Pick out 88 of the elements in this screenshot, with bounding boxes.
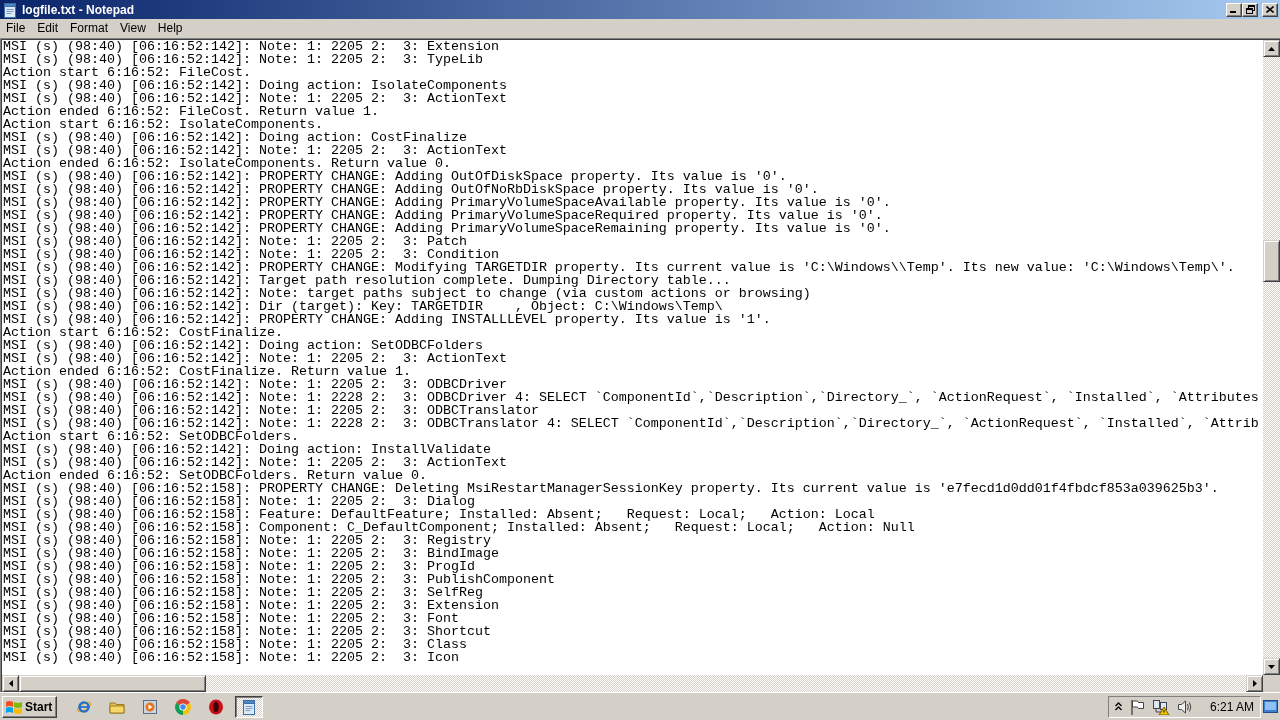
log-line: MSI (s) (98:40) [06:16:52:158]: Note: 1: 2205 2: 3: Registry: [3, 534, 491, 547]
log-line: Action ended 6:16:52: FileCost. Return value 1.: [3, 105, 379, 118]
speaker-icon[interactable]: [1176, 698, 1193, 715]
horizontal-scrollbar[interactable]: [19, 675, 1246, 692]
circle-logo-icon: [175, 698, 192, 715]
log-line: Action start 6:16:52: CostFinalize.: [3, 326, 283, 339]
window-title: logfile.txt - Notepad: [22, 1, 134, 19]
restore-icon: [1245, 5, 1255, 14]
log-line: MSI (s) (98:40) [06:16:52:142]: PROPERTY CHANGE: Adding PrimaryVolumeSpaceRemaining property. Its value is '0'.: [3, 222, 891, 235]
desktop-icon[interactable]: [1263, 699, 1278, 714]
menu-item[interactable]: View: [114, 20, 152, 37]
log-line: MSI (s) (98:40) [06:16:52:158]: Note: 1: 2205 2: 3: Dialog: [3, 495, 475, 508]
log-line: MSI (s) (98:40) [06:16:52:158]: Note: 1: 2205 2: 3: Font: [3, 612, 459, 625]
log-line: MSI (s) (98:40) [06:16:52:142]: Note: 1: 2205 2: 3: Patch: [3, 235, 467, 248]
log-line: MSI (s) (98:40) [06:16:52:142]: Note: 1: 2205 2: 3: ActionText: [3, 352, 507, 365]
log-line: MSI (s) (98:40) [06:16:52:142]: Note: 1: 2228 2: 3: ODBCTranslator 4: SELECT `ComponentId`,`Description`,`Directory_`, `ActionRequest`, `Installed`, `Attrib: [3, 417, 1259, 430]
close-button[interactable]: [1262, 2, 1278, 17]
log-line: MSI (s) (98:40) [06:16:52:142]: Note: 1: 2205 2: 3: Condition: [3, 248, 499, 261]
log-line: MSI (s) (98:40) [06:16:52:158]: Note: 1: 2205 2: 3: ProgId: [3, 560, 475, 573]
notepad-icon: [2, 1, 18, 18]
log-line: MSI (s) (98:40) [06:16:52:158]: Note: 1: 2205 2: 3: PublishComponent: [3, 573, 555, 586]
log-line: Action start 6:16:52: SetODBCFolders.: [3, 430, 299, 443]
log-line: Action ended 6:16:52: CostFinalize. Return value 1.: [3, 365, 411, 378]
log-line: MSI (s) (98:40) [06:16:52:142]: Note: 1: 2228 2: 3: ODBCDriver 4: SELECT `ComponentId`,`Description`,`Directory_`, `ActionRequest`, `Installed`, `Attributes: [3, 391, 1259, 404]
log-line: MSI (s) (98:40) [06:16:52:142]: Note: 1: 2205 2: 3: ActionText: [3, 92, 507, 105]
log-line: MSI (s) (98:40) [06:16:52:142]: Doing action: CostFinalize: [3, 131, 467, 144]
log-line: MSI (s) (98:40) [06:16:52:142]: Note: 1: 2205 2: 3: ActionText: [3, 144, 507, 157]
vertical-scrollbar[interactable]: [1263, 57, 1280, 658]
close-icon: [1266, 6, 1274, 13]
flag-icon[interactable]: [1128, 698, 1145, 715]
start-button[interactable]: Start: [2, 695, 58, 718]
log-line: MSI (s) (98:40) [06:16:52:142]: Note: 1: 2205 2: 3: Extension: [3, 40, 499, 53]
log-line: MSI (s) (98:40) [06:16:52:142]: PROPERTY CHANGE: Adding PrimaryVolumeSpaceRequired property. Its value is '0'.: [3, 209, 883, 222]
log-line: Action ended 6:16:52: IsolateComponents. Return value 0.: [3, 157, 451, 170]
log-line: MSI (s) (98:40) [06:16:52:158]: Note: 1: 2205 2: 3: Class: [3, 638, 467, 651]
log-line: MSI (s) (98:40) [06:16:52:142]: Note: 1: 2205 2: 3: ActionText: [3, 456, 507, 469]
taskbar-button[interactable]: [235, 695, 264, 718]
network-warning-icon[interactable]: [1151, 698, 1170, 715]
ring-logo-icon: [208, 698, 225, 715]
scroll-up-button[interactable]: [1263, 40, 1280, 57]
log-line: MSI (s) (98:40) [06:16:52:158]: Note: 1: 2205 2: 3: Shortcut: [3, 625, 491, 638]
restore-button[interactable]: [1242, 2, 1258, 17]
chevron-up-icon: [1114, 702, 1122, 711]
scroll-left-button[interactable]: [2, 675, 19, 692]
log-line: MSI (s) (98:40) [06:16:52:158]: PROPERTY CHANGE: Deleting MsiRestartManagerSessionKey property. Its current value is 'e7fecd1d0dd01f4fbdcf853a039625b3'.: [3, 482, 1219, 495]
down-arrow-icon: [1268, 664, 1275, 669]
left-arrow-icon: [8, 680, 13, 687]
log-line: MSI (s) (98:40) [06:16:52:158]: Note: 1: 2205 2: 3: BindImage: [3, 547, 499, 560]
scrollbar-thumb[interactable]: [19, 675, 206, 692]
log-line: MSI (s) (98:40) [06:16:52:158]: Note: 1: 2205 2: 3: Extension: [3, 599, 499, 612]
log-line: MSI (s) (98:40) [06:16:52:142]: PROPERTY CHANGE: Adding PrimaryVolumeSpaceAvailable property. Its value is '0'.: [3, 196, 891, 209]
log-line: MSI (s) (98:40) [06:16:52:142]: PROPERTY CHANGE: Adding OutOfNoRbDiskSpace property. Its value is '0'.: [3, 183, 819, 196]
log-line: MSI (s) (98:40) [06:16:52:142]: Target path resolution complete. Dumping Directory table...: [3, 274, 731, 287]
orbit-ring-icon: [76, 698, 93, 715]
log-line: Action start 6:16:52: FileCost.: [3, 66, 251, 79]
log-line: MSI (s) (98:40) [06:16:52:142]: Note: target paths subject to change (via custom actions or browsing): [3, 287, 811, 300]
menu-item[interactable]: Format: [64, 20, 115, 37]
log-line: MSI (s) (98:40) [06:16:52:142]: Doing action: IsolateComponents: [3, 79, 507, 92]
show-hidden-icons-button[interactable]: [1114, 702, 1122, 711]
log-line: MSI (s) (98:40) [06:16:52:142]: PROPERTY CHANGE: Modifying TARGETDIR property. Its current value is 'C:\Windows\\Temp'. Its new value: 'C:\Windows\Temp\'.: [3, 261, 1235, 274]
log-line: MSI (s) (98:40) [06:16:52:158]: Note: 1: 2205 2: 3: SelfReg: [3, 586, 483, 599]
minimize-button[interactable]: [1226, 2, 1242, 17]
log-line: MSI (s) (98:40) [06:16:52:142]: PROPERTY CHANGE: Adding OutOfDiskSpace property. Its value is '0'.: [3, 170, 787, 183]
menu-item[interactable]: File: [0, 20, 32, 37]
log-line: Action ended 6:16:52: SetODBCFolders. Return value 0.: [3, 469, 427, 482]
log-line: MSI (s) (98:40) [06:16:52:142]: Dir (target): Key: TARGETDIR , Object: C:\Windows\Temp\: [3, 300, 723, 313]
log-line: MSI (s) (98:40) [06:16:52:158]: Component: C_DefaultComponent; Installed: Absent; Request: Local; Action: Null: [3, 521, 915, 534]
log-line: MSI (s) (98:40) [06:16:52:142]: Note: 1: 2205 2: 3: ODBCTranslator: [3, 404, 539, 417]
scroll-down-button[interactable]: [1263, 658, 1280, 675]
clock[interactable]: 6:21 AM: [1209, 697, 1254, 716]
windows-logo-icon: [5, 698, 23, 715]
log-line: MSI (s) (98:40) [06:16:52:158]: Note: 1: 2205 2: 3: Icon: [3, 651, 459, 664]
text-editor-field[interactable]: [2, 40, 1263, 675]
log-line: MSI (s) (98:40) [06:16:52:142]: Doing action: InstallValidate: [3, 443, 491, 456]
log-line: MSI (s) (98:40) [06:16:52:142]: Note: 1: 2205 2: 3: TypeLib: [3, 53, 483, 66]
log-line: MSI (s) (98:40) [06:16:52:142]: Doing action: SetODBCFolders: [3, 339, 483, 352]
menu-item[interactable]: Edit: [31, 20, 65, 37]
scrollbar-thumb[interactable]: [1263, 240, 1280, 282]
scroll-right-button[interactable]: [1246, 675, 1263, 692]
menu-item[interactable]: Help: [151, 20, 189, 37]
log-line: Action start 6:16:52: IsolateComponents.: [3, 118, 323, 131]
notepad-icon: [241, 698, 258, 715]
log-line: MSI (s) (98:40) [06:16:52:158]: Feature: DefaultFeature; Installed: Absent; Request: Local; Action: Local: [3, 508, 875, 521]
play-icon: [142, 698, 159, 715]
log-line: MSI (s) (98:40) [06:16:52:142]: Note: 1: 2205 2: 3: ODBCDriver: [3, 378, 507, 391]
log-line: MSI (s) (98:40) [06:16:52:142]: PROPERTY CHANGE: Adding INSTALLLEVEL property. Its value is '1'.: [3, 313, 771, 326]
right-arrow-icon: [1252, 680, 1257, 687]
up-arrow-icon: [1268, 46, 1275, 51]
